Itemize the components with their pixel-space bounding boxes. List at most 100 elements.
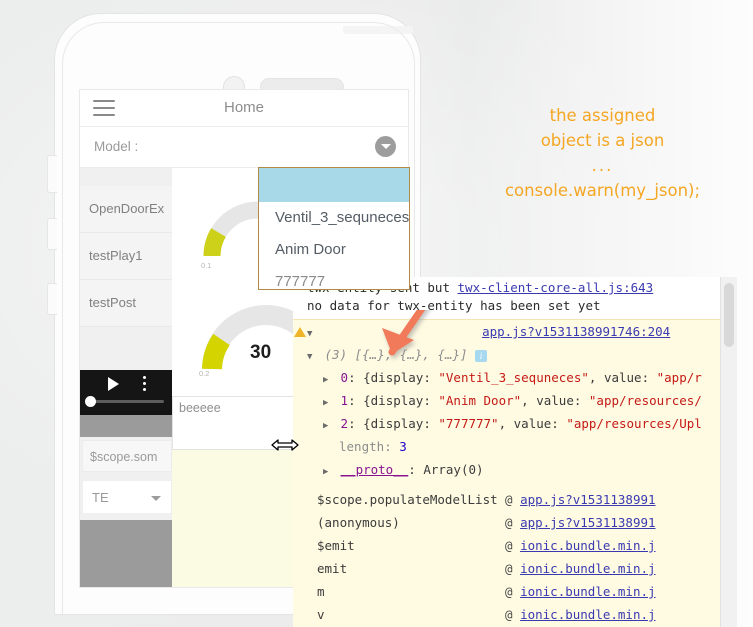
stack-row[interactable]: v @ ionic.bundle.min.j — [293, 603, 737, 626]
console-message-row: no data for twx-entity has been set yet — [293, 297, 737, 315]
stack-at-symbol: @ — [505, 538, 513, 553]
stack-source-link[interactable]: ionic.bundle.min.j — [520, 538, 655, 553]
array-entry-prefix: : {display: — [348, 393, 439, 408]
gauge-min-label-2: 0.2 — [199, 369, 210, 378]
placeholder-block — [80, 520, 172, 587]
array-entry-mid: , value: — [521, 393, 589, 408]
comment-textarea-value: beeeee — [179, 401, 221, 415]
stack-row[interactable]: (anonymous) @ app.js?v1531138991 — [293, 511, 737, 534]
stack-function-name: emit — [317, 561, 348, 576]
video-progress-knob[interactable] — [85, 396, 96, 407]
info-badge-icon[interactable]: i — [475, 349, 488, 362]
video-progress-track[interactable] — [88, 400, 164, 403]
array-entry-index: 1 — [340, 393, 349, 408]
caret-down-circle-icon[interactable] — [375, 136, 396, 157]
stack-source-link[interactable]: app.js?v1531138991 — [520, 515, 655, 530]
proto-value: : Array(0) — [408, 462, 484, 477]
array-entry-row[interactable]: ▶ 0: {display: "Ventil_3_sequneces", val… — [293, 366, 737, 389]
spacer-row — [293, 481, 737, 488]
stack-row[interactable]: $scope.populateModelList @ app.js?v153113… — [293, 488, 737, 511]
array-entry-display: "Anim Door" — [438, 393, 522, 408]
annotation-text: the assigned object is a json ... consol… — [470, 103, 735, 203]
model-selector-bar[interactable]: Model : — [80, 127, 408, 168]
console-message-text: no data for twx-entity has been set yet — [307, 298, 601, 313]
video-player[interactable] — [80, 370, 172, 415]
phone-side-button-volume-up[interactable] — [47, 218, 57, 250]
screenshot-root: Home Model : OpenDoorEx testPlay1 testPo… — [0, 0, 753, 627]
app-navbar: Home — [80, 90, 408, 127]
array-entry-mid: , value: — [588, 370, 657, 385]
console-source-link[interactable]: twx-client-core-all.js:643 — [458, 280, 654, 295]
array-entry-row[interactable]: ▶ 2: {display: "777777", value: "app/res… — [293, 412, 737, 435]
gauge-min-label-1: 0.1 — [201, 261, 212, 270]
array-entry-value: "app/r — [656, 370, 702, 385]
array-entry-row[interactable]: ▶ 1: {display: "Anim Door", value: "app/… — [293, 389, 737, 412]
model-label: Model : — [94, 139, 139, 154]
array-entry-index: 2 — [340, 416, 349, 431]
phone-side-button-silent[interactable] — [47, 155, 57, 193]
console-scrollbar-thumb[interactable] — [724, 283, 734, 347]
model-dropdown-popup[interactable]: Ventil_3_sequneces Anim Door 777777 — [258, 167, 410, 290]
array-entry-value: "app/resources/ — [588, 393, 702, 408]
annotation-line-3: ... — [591, 156, 614, 175]
stack-at-symbol: @ — [505, 515, 513, 530]
stack-source-link[interactable]: ionic.bundle.min.j — [520, 584, 655, 599]
array-length-row: length: 3 — [293, 435, 737, 458]
stack-function-name: $scope.populateModelList — [317, 492, 498, 507]
dropdown-option[interactable]: Ventil_3_sequneces — [259, 202, 409, 234]
array-proto-row[interactable]: ▶ __proto__: Array(0) — [293, 458, 737, 481]
stack-at-symbol: @ — [505, 607, 513, 622]
horizontal-resize-cursor — [271, 437, 299, 453]
stack-at-symbol: @ — [505, 492, 513, 507]
array-entry-value: "app/resources/Upl — [566, 416, 702, 431]
annotation-line-1: the assigned — [549, 106, 656, 125]
page-title: Home — [223, 99, 264, 116]
te-select-value: TE — [92, 490, 109, 505]
array-entry-mid: , value: — [498, 416, 567, 431]
gauge-value-2: 30 — [250, 342, 272, 363]
proto-label[interactable]: __proto__ — [341, 462, 409, 477]
stack-function-name: m — [317, 584, 325, 599]
scope-text-input[interactable]: $scope.som — [82, 440, 172, 472]
dropdown-option[interactable]: Anim Door — [259, 234, 409, 266]
stack-function-name: v — [317, 607, 325, 622]
devtools-console-panel[interactable]: twx-entity sent but twx-client-core-all.… — [293, 277, 737, 627]
stack-source-link[interactable]: ionic.bundle.min.j — [520, 607, 655, 622]
stack-at-symbol: @ — [505, 561, 513, 576]
annotation-line-2: object is a json — [540, 131, 665, 150]
stack-at-symbol: @ — [505, 584, 513, 599]
phone-notch — [343, 26, 413, 34]
list-item[interactable]: OpenDoorEx — [80, 186, 172, 233]
phone-side-button-volume-down[interactable] — [47, 283, 57, 315]
warning-source-link[interactable]: app.js?v1531138991746:204 — [482, 324, 670, 339]
array-entry-prefix: : {display: — [348, 416, 439, 431]
array-length-label: length: — [339, 439, 392, 454]
play-icon[interactable] — [108, 377, 119, 391]
console-scrollbar[interactable] — [720, 277, 737, 627]
stack-row[interactable]: m @ ionic.bundle.min.j — [293, 580, 737, 603]
dropdown-option-selected[interactable] — [259, 168, 409, 202]
list-item[interactable]: testPlay1 — [80, 233, 172, 280]
stack-row[interactable]: $emit @ ionic.bundle.min.j — [293, 534, 737, 557]
array-entry-prefix: : {display: — [348, 370, 439, 385]
dropdown-option[interactable]: 777777 — [259, 266, 409, 289]
stack-function-name: $emit — [317, 538, 355, 553]
placeholder-strip — [80, 415, 172, 437]
array-header-label: (3) [{…}, {…}, {…}] — [324, 347, 468, 362]
warning-header-row[interactable]: ▼ app.js?v1531138991746:204 — [293, 320, 737, 343]
array-entry-display: "Ventil_3_sequneces" — [438, 370, 589, 385]
array-header-row[interactable]: ▼ (3) [{…}, {…}, {…}] i — [293, 343, 737, 366]
console-warning-group: ▼ app.js?v1531138991746:204 ▼ (3) [{…}, … — [293, 319, 737, 627]
stack-source-link[interactable]: ionic.bundle.min.j — [520, 561, 655, 576]
array-entry-index: 0 — [340, 370, 349, 385]
array-length-value: 3 — [399, 439, 407, 454]
array-entry-display: "777777" — [438, 416, 499, 431]
kebab-menu-icon[interactable] — [143, 376, 146, 394]
annotation-line-4: console.warn(my_json); — [504, 181, 701, 200]
stack-row[interactable]: emit @ ionic.bundle.min.j — [293, 557, 737, 580]
stack-source-link[interactable]: app.js?v1531138991 — [520, 492, 655, 507]
stack-function-name: (anonymous) — [317, 515, 400, 530]
list-item[interactable]: testPost — [80, 280, 172, 327]
chevron-down-icon — [151, 496, 161, 501]
te-select[interactable]: TE — [82, 480, 172, 514]
